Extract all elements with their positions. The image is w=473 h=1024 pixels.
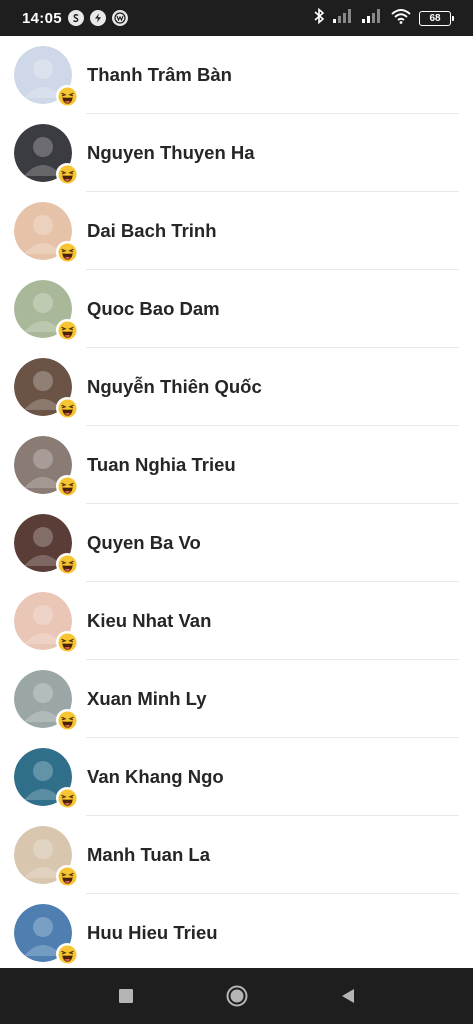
list-item[interactable]: Tuan Nghia Trieu: [0, 426, 473, 504]
signal-icon: [332, 8, 354, 29]
avatar-wrapper[interactable]: [14, 280, 78, 341]
recents-button[interactable]: [106, 976, 146, 1016]
laughing-face-icon: [56, 865, 78, 887]
avatar-wrapper[interactable]: [14, 748, 78, 809]
laughing-face-icon: [56, 787, 78, 809]
contact-name[interactable]: Nguyễn Thiên Quốc: [87, 376, 262, 398]
laughing-face-icon: [56, 475, 78, 497]
contact-name[interactable]: Nguyen Thuyen Ha: [87, 142, 255, 164]
avatar-wrapper[interactable]: [14, 436, 78, 497]
laughing-face-icon: [56, 553, 78, 575]
contact-name[interactable]: Manh Tuan La: [87, 844, 210, 866]
contact-name[interactable]: Huu Hieu Trieu: [87, 922, 218, 944]
recents-square-icon: [118, 989, 133, 1003]
contact-name[interactable]: Thanh Trâm Bàn: [87, 64, 232, 86]
list-item[interactable]: Van Khang Ngo: [0, 738, 473, 816]
avatar-wrapper[interactable]: [14, 904, 78, 965]
home-circle-icon: [226, 985, 247, 1007]
s-icon: [67, 10, 84, 26]
list-item[interactable]: Quyen Ba Vo: [0, 504, 473, 582]
list-item[interactable]: Nguyen Thuyen Ha: [0, 114, 473, 192]
contact-name[interactable]: Quoc Bao Dam: [87, 298, 220, 320]
list-item[interactable]: Quoc Bao Dam: [0, 270, 473, 348]
contact-name[interactable]: Xuan Minh Ly: [87, 688, 207, 710]
list-item[interactable]: Xuan Minh Ly: [0, 660, 473, 738]
avatar-wrapper[interactable]: [14, 202, 78, 263]
list-item[interactable]: Kieu Nhat Van: [0, 582, 473, 660]
status-left: 14:05: [22, 10, 128, 27]
bluetooth-icon: [313, 7, 325, 30]
contact-name[interactable]: Kieu Nhat Van: [87, 610, 211, 632]
list-item[interactable]: Dai Bach Trinh: [0, 192, 473, 270]
laughing-face-icon: [56, 319, 78, 341]
wifi-icon: [390, 8, 412, 29]
list-item[interactable]: Thanh Trâm Bàn: [0, 36, 473, 114]
avatar-wrapper[interactable]: [14, 592, 78, 653]
list-item[interactable]: Huu Hieu Trieu: [0, 894, 473, 968]
avatar-wrapper[interactable]: [14, 358, 78, 419]
avatar-wrapper[interactable]: [14, 514, 78, 575]
home-button[interactable]: [217, 976, 257, 1016]
avatar-wrapper[interactable]: [14, 826, 78, 887]
laughing-face-icon: [56, 241, 78, 263]
signal-icon: [361, 8, 383, 29]
laughing-face-icon: [56, 631, 78, 653]
battery-level: 68: [429, 12, 441, 24]
list-item[interactable]: Manh Tuan La: [0, 816, 473, 894]
back-triangle-icon: [341, 989, 354, 1003]
laughing-face-icon: [56, 397, 78, 419]
battery-icon: 68: [419, 10, 454, 26]
laughing-face-icon: [56, 709, 78, 731]
list-item[interactable]: Nguyễn Thiên Quốc: [0, 348, 473, 426]
contact-name[interactable]: Van Khang Ngo: [87, 766, 224, 788]
laughing-face-icon: [56, 85, 78, 107]
avatar-wrapper[interactable]: [14, 46, 78, 107]
laughing-face-icon: [56, 163, 78, 185]
avatar-wrapper[interactable]: [14, 670, 78, 731]
laughing-face-icon: [56, 943, 78, 965]
status-time: 14:05: [22, 9, 62, 27]
contact-name[interactable]: Dai Bach Trinh: [87, 220, 217, 242]
back-button[interactable]: [328, 976, 368, 1016]
avatar-wrapper[interactable]: [14, 124, 78, 185]
bolt-icon: [89, 10, 106, 26]
people-list[interactable]: Thanh Trâm Bàn Nguyen Thuyen Ha Dai Bach T…: [0, 36, 473, 968]
status-bar: 14:05 68: [0, 0, 473, 36]
navigation-bar: [0, 968, 473, 1024]
contact-name[interactable]: Tuan Nghia Trieu: [87, 454, 236, 476]
contact-name[interactable]: Quyen Ba Vo: [87, 532, 201, 554]
status-right: 68: [313, 7, 454, 30]
w-icon: [111, 10, 128, 26]
